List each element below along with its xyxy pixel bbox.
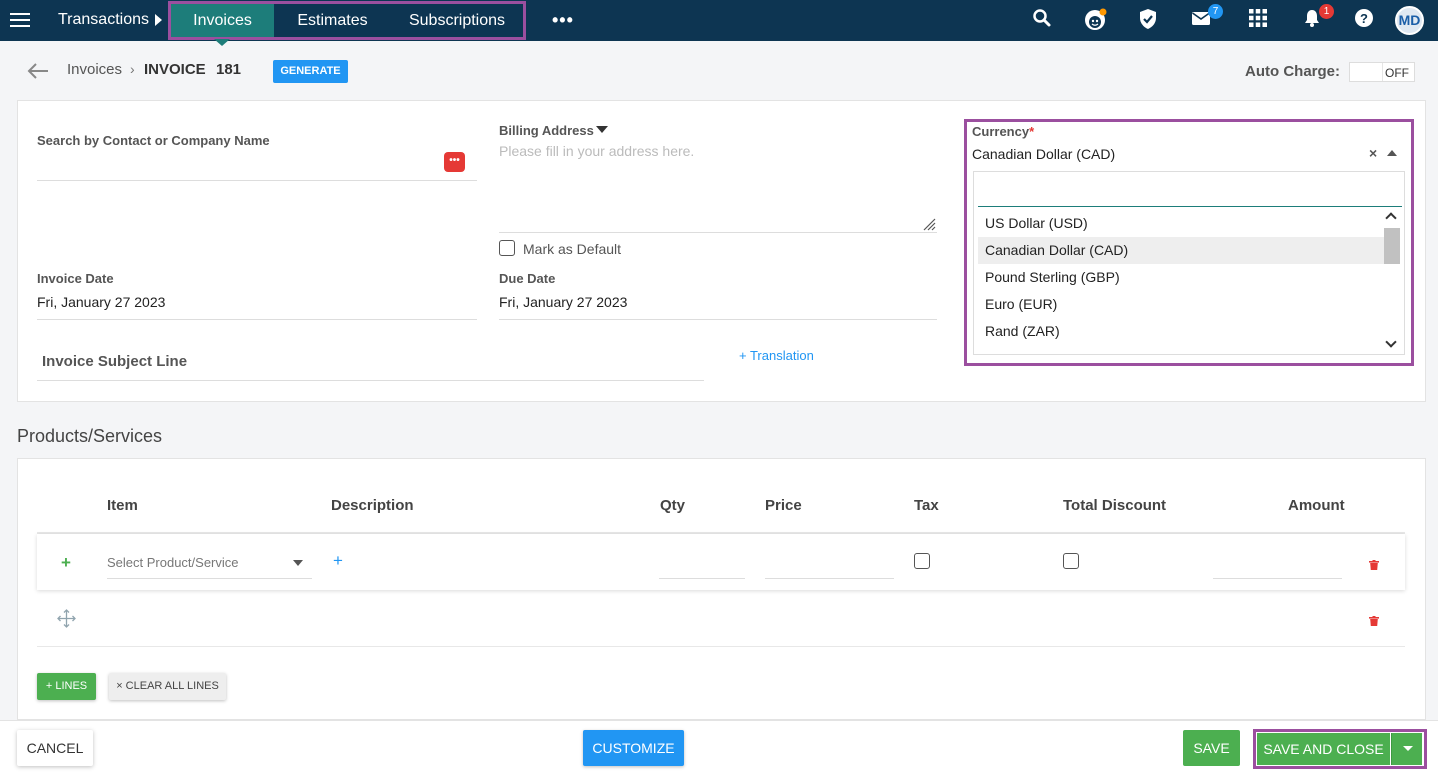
qty-input[interactable]	[659, 578, 745, 579]
line-item-row	[37, 534, 1405, 590]
currency-label: Currency*	[972, 124, 1035, 139]
save-options-dropdown-icon[interactable]	[1391, 733, 1422, 765]
invoice-subject-underline	[37, 380, 704, 381]
nav-section-transactions[interactable]: Transactions	[58, 11, 149, 29]
product-select-underline	[107, 578, 312, 579]
delete-row-icon[interactable]	[1369, 613, 1379, 626]
generate-button[interactable]: GENERATE	[273, 60, 348, 83]
delete-row-icon[interactable]	[1369, 557, 1379, 570]
search-icon[interactable]	[1032, 8, 1056, 32]
clear-all-lines-button[interactable]: × CLEAR ALL LINES	[109, 673, 226, 700]
price-input[interactable]	[765, 578, 894, 579]
currency-option-usd[interactable]: US Dollar (USD)	[978, 210, 1384, 237]
column-header-item: Item	[107, 497, 138, 514]
save-button[interactable]: SAVE	[1183, 730, 1240, 766]
shield-check-icon[interactable]	[1138, 8, 1162, 32]
chevron-down-icon[interactable]	[293, 560, 303, 566]
contact-card-icon[interactable]: •••	[444, 152, 465, 172]
due-date-field[interactable]: Fri, January 27 2023	[499, 294, 627, 310]
back-arrow-icon[interactable]	[27, 62, 49, 80]
products-section-title: Products/Services	[17, 426, 163, 446]
currency-dropdown: US Dollar (USD) Canadian Dollar (CAD) Po…	[973, 171, 1405, 355]
resize-handle-icon[interactable]	[922, 217, 936, 231]
currency-search-input[interactable]	[978, 176, 1402, 207]
add-description-icon[interactable]: +	[333, 551, 343, 571]
currency-option-zar[interactable]: Rand (ZAR)	[978, 318, 1384, 345]
add-lines-button[interactable]: + LINES	[37, 673, 96, 700]
column-header-total-discount: Total Discount	[1063, 497, 1167, 514]
contact-search-input[interactable]	[37, 180, 477, 181]
currency-select-value[interactable]: Canadian Dollar (CAD)	[972, 146, 1115, 162]
row-divider	[37, 646, 1405, 647]
auto-charge-toggle[interactable]: OFF	[1349, 62, 1415, 82]
billing-address-textarea[interactable]: Please fill in your address here.	[499, 143, 694, 159]
billing-address-underline	[499, 232, 937, 233]
drag-move-icon[interactable]	[57, 609, 76, 628]
svg-text:?: ?	[1360, 11, 1368, 26]
page-title: INVOICE	[144, 61, 206, 78]
toggle-state-label: OFF	[1385, 66, 1409, 80]
cancel-button[interactable]: CANCEL	[17, 730, 93, 766]
caret-right-icon	[155, 14, 162, 26]
column-header-qty: Qty	[660, 497, 686, 514]
billing-address-label: Billing Address	[499, 123, 594, 138]
currency-option-cad[interactable]: Canadian Dollar (CAD)	[978, 237, 1384, 264]
assistant-face-icon[interactable]	[1083, 7, 1107, 31]
scroll-down-icon[interactable]	[1385, 336, 1397, 348]
add-row-icon[interactable]: +	[61, 553, 71, 573]
product-select[interactable]: Select Product/Service	[107, 555, 239, 570]
currency-option-gbp[interactable]: Pound Sterling (GBP)	[978, 264, 1384, 291]
column-header-tax: Tax	[914, 497, 939, 514]
scroll-thumb[interactable]	[1384, 228, 1400, 264]
chevron-up-icon[interactable]	[1387, 150, 1397, 156]
billing-address-dropdown-icon[interactable]	[596, 126, 608, 133]
toggle-knob	[1350, 63, 1383, 81]
save-and-close-button[interactable]: SAVE AND CLOSE	[1257, 733, 1390, 765]
tax-checkbox[interactable]	[914, 553, 930, 569]
amount-input[interactable]	[1213, 578, 1342, 579]
mark-default-label: Mark as Default	[523, 241, 622, 257]
breadcrumb-invoices[interactable]: Invoices	[67, 61, 122, 78]
invoice-subject-input[interactable]: Invoice Subject Line	[42, 353, 187, 370]
discount-checkbox[interactable]	[1063, 553, 1079, 569]
help-icon[interactable]: ?	[1354, 8, 1378, 32]
invoice-date-field[interactable]: Fri, January 27 2023	[37, 294, 165, 310]
auto-charge-label: Auto Charge:	[1245, 63, 1340, 80]
tab-estimates[interactable]: Estimates	[274, 4, 391, 37]
top-navigation-bar: Transactions Invoices Estimates Subscrip…	[0, 0, 1438, 46]
apps-grid-icon[interactable]	[1248, 8, 1272, 32]
breadcrumb-separator: ›	[130, 61, 135, 77]
mail-icon[interactable]: 7	[1191, 4, 1223, 32]
tab-subscriptions[interactable]: Subscriptions	[391, 4, 523, 37]
invoice-date-underline	[37, 319, 477, 320]
currency-clear-icon[interactable]: ×	[1369, 145, 1377, 161]
due-date-underline	[499, 319, 937, 320]
notification-count-badge: 1	[1319, 4, 1334, 19]
user-avatar[interactable]: MD	[1395, 6, 1424, 35]
add-translation-link[interactable]: + Translation	[739, 348, 814, 363]
scroll-up-icon[interactable]	[1385, 212, 1397, 224]
column-header-description: Description	[331, 497, 414, 514]
hamburger-menu-icon[interactable]	[10, 13, 30, 28]
notification-bell-icon[interactable]: 1	[1302, 4, 1334, 32]
column-header-amount: Amount	[1288, 497, 1345, 514]
required-marker: *	[1029, 124, 1035, 139]
more-options-icon[interactable]: •••	[552, 10, 574, 31]
customize-button[interactable]: CUSTOMIZE	[583, 730, 684, 766]
invoice-number: 181	[216, 61, 242, 78]
column-header-price: Price	[765, 497, 802, 514]
currency-option-eur[interactable]: Euro (EUR)	[978, 291, 1384, 318]
mail-count-badge: 7	[1208, 4, 1223, 19]
contact-search-label: Search by Contact or Company Name	[37, 133, 270, 148]
dropdown-scrollbar[interactable]	[1383, 210, 1401, 352]
invoice-date-label: Invoice Date	[37, 271, 114, 286]
transaction-tabs: Invoices Estimates Subscriptions	[168, 1, 526, 46]
tab-invoices[interactable]: Invoices	[171, 4, 274, 46]
mark-default-checkbox[interactable]	[499, 240, 515, 256]
due-date-label: Due Date	[499, 271, 556, 286]
